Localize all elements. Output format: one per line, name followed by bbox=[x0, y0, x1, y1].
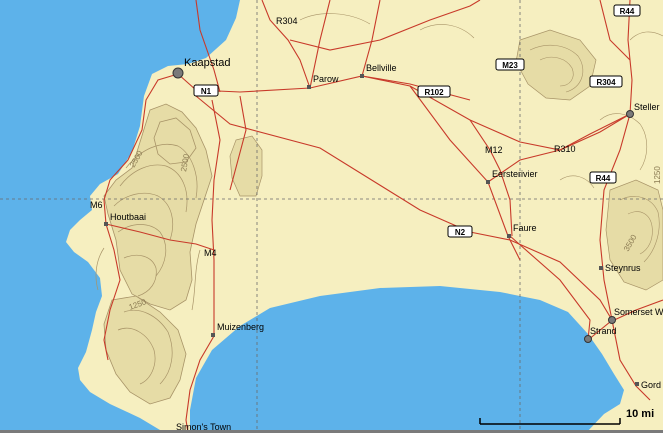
label-muizenberg: Muizenberg bbox=[217, 322, 264, 332]
label-m4: M4 bbox=[204, 248, 217, 258]
shield-r304-right: R304 bbox=[589, 75, 623, 88]
shield-r102: R102 bbox=[417, 85, 451, 98]
shield-m23: M23 bbox=[495, 58, 525, 71]
shield-r304-right-text: R304 bbox=[596, 78, 616, 87]
label-strand: Strand bbox=[590, 326, 617, 336]
shield-r102-text: R102 bbox=[424, 88, 444, 97]
shield-r44-top-text: R44 bbox=[620, 7, 635, 16]
label-m6: M6 bbox=[90, 200, 103, 210]
stellenbosch-marker[interactable] bbox=[626, 110, 634, 118]
label-houtbaai: Houtbaai bbox=[110, 212, 146, 222]
shield-m23-text: M23 bbox=[502, 61, 518, 70]
parow-marker[interactable] bbox=[307, 85, 311, 89]
label-gordons: Gord bbox=[641, 380, 661, 390]
contour-label-1250-right: 1250 bbox=[653, 166, 662, 184]
label-eersterivier: Eersterivier bbox=[492, 169, 538, 179]
gordons-marker[interactable] bbox=[635, 382, 639, 386]
shield-n2-text: N2 bbox=[455, 228, 466, 237]
label-r304-top: R304 bbox=[276, 16, 298, 26]
strand-marker[interactable] bbox=[584, 335, 592, 343]
faure-marker[interactable] bbox=[507, 234, 511, 238]
steynrus-marker[interactable] bbox=[599, 266, 603, 270]
label-r310: R310 bbox=[554, 144, 576, 154]
shield-n1-text: N1 bbox=[201, 87, 212, 96]
bellville-marker[interactable] bbox=[360, 74, 364, 78]
shield-r44-mid: R44 bbox=[589, 171, 617, 184]
shield-n2: N2 bbox=[447, 225, 473, 238]
somerset-marker[interactable] bbox=[608, 316, 616, 324]
map-view[interactable]: Kaapstad Parow Bellville Houtbaai Eerste… bbox=[0, 0, 663, 433]
eersterivier-marker[interactable] bbox=[486, 180, 490, 184]
label-steynrus: Steynrus bbox=[605, 263, 641, 273]
shield-r44-mid-text: R44 bbox=[596, 174, 611, 183]
map-canvas[interactable]: Kaapstad Parow Bellville Houtbaai Eerste… bbox=[0, 0, 663, 433]
scale-label: 10 mi bbox=[626, 408, 654, 420]
label-faure: Faure bbox=[513, 223, 537, 233]
shield-r44-top: R44 bbox=[613, 4, 641, 17]
houtbaai-marker[interactable] bbox=[104, 222, 108, 226]
muizenberg-marker[interactable] bbox=[211, 333, 215, 337]
label-stellenbosch: Steller bbox=[634, 102, 660, 112]
label-m12: M12 bbox=[485, 145, 503, 155]
label-kaapstad: Kaapstad bbox=[184, 57, 230, 69]
kaapstad-marker[interactable] bbox=[172, 67, 184, 79]
label-parow: Parow bbox=[313, 74, 339, 84]
label-bellville: Bellville bbox=[366, 63, 397, 73]
label-somerset: Somerset W bbox=[614, 307, 663, 317]
shield-n1: N1 bbox=[193, 84, 219, 97]
